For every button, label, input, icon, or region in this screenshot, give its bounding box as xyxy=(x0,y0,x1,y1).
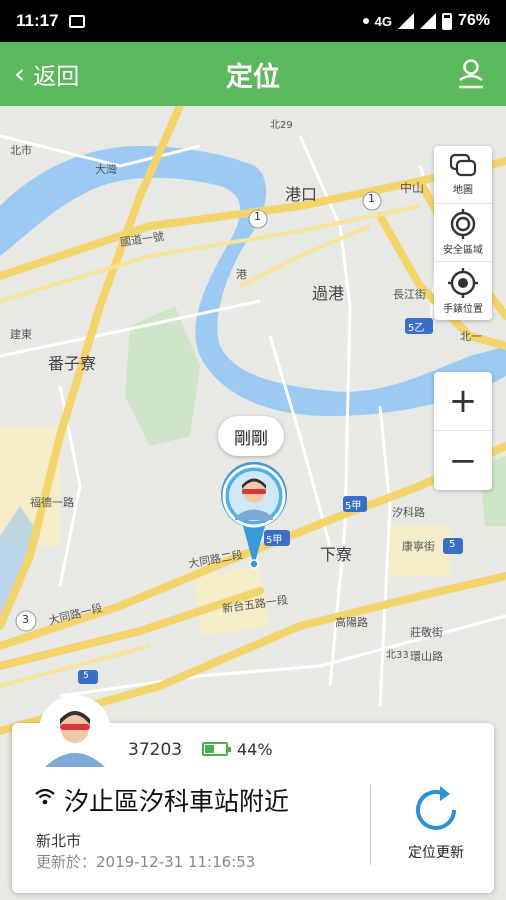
user-location-icon[interactable] xyxy=(456,58,486,90)
location-address: 汐止區汐科車站附近 xyxy=(64,787,290,816)
map-label-huanshan: 環山路 xyxy=(410,650,443,663)
map-label-dajing: 大灣 xyxy=(95,163,117,176)
safe-zone-icon xyxy=(450,209,476,239)
map-label-xike: 汐科路 xyxy=(392,506,425,519)
refresh-location-label: 定位更新 xyxy=(408,845,464,861)
gallery-icon xyxy=(68,14,85,28)
signal-icon-2 xyxy=(419,13,436,29)
zoom-in-button[interactable]: + xyxy=(434,372,492,431)
watch-location-button[interactable]: 手錶位置 xyxy=(434,262,492,320)
map-label-bei33: 北33 xyxy=(386,650,409,661)
map-label-gangkou: 港口 xyxy=(285,185,318,204)
map-label-xialiao: 下寮 xyxy=(320,545,353,564)
time-bubble: 剛剛 xyxy=(218,416,284,456)
notification-dot-icon xyxy=(362,18,369,24)
map-label-kangning: 康寧街 xyxy=(402,540,435,553)
map-label-zhuangjing: 莊敬街 xyxy=(410,626,443,639)
map-shield-1a: 1 xyxy=(254,210,261,223)
status-battery: 76% xyxy=(457,12,490,29)
map-label-jiandong: 建東 xyxy=(10,328,32,341)
map-shield-3: 3 xyxy=(22,613,29,626)
safe-zone-label: 安全區域 xyxy=(443,245,483,256)
map-label-fanzicuo: 番子寮 xyxy=(48,354,97,373)
location-city: 新北市 xyxy=(36,832,82,850)
map-shield-1b: 1 xyxy=(368,192,375,205)
map-label-fuxing: 福德一路 xyxy=(30,496,74,509)
refresh-location-button[interactable]: 定位更新 xyxy=(388,784,484,874)
zoom-out-button[interactable]: − xyxy=(434,431,492,490)
map-shield-5yi: 5乙 xyxy=(408,323,425,334)
map-label-beishi: 北市 xyxy=(10,144,32,157)
signal-icon xyxy=(397,13,414,29)
map-label-gangyu: 港 xyxy=(236,268,247,281)
map-label-guogang: 過港 xyxy=(312,284,345,303)
map-label-bei29: 北29 xyxy=(270,120,293,131)
status-time: 11:17 xyxy=(16,11,59,30)
app-header: ‹ 返回 定位 xyxy=(0,42,506,106)
watch-location-label: 手錶位置 xyxy=(443,303,483,315)
chevron-left-icon: ‹ xyxy=(14,57,26,90)
location-marker[interactable] xyxy=(219,462,289,570)
network-type: 4G xyxy=(374,13,392,29)
map-label-zhongshan: 中山 xyxy=(400,181,425,195)
refresh-icon xyxy=(416,786,456,830)
status-bar: 11:17 4G 76% xyxy=(0,0,506,42)
back-button[interactable]: ‹ 返回 xyxy=(14,57,79,91)
zoom-controls: + − xyxy=(434,372,492,490)
map-shield-5b: 5 xyxy=(83,671,89,681)
safe-zone-button[interactable]: 安全區域 xyxy=(434,204,492,262)
back-label: 返回 xyxy=(33,64,80,90)
device-id: 37203 xyxy=(128,740,183,760)
layers-icon xyxy=(449,153,477,177)
map-layer-button[interactable]: 地圖 xyxy=(434,146,492,204)
watch-location-icon xyxy=(448,267,478,298)
map-label-changjiang: 長江街 xyxy=(393,288,426,301)
map-shield-5: 5 xyxy=(449,539,456,550)
wifi-icon xyxy=(35,788,55,805)
map-shield-5jia-a: 5甲 xyxy=(345,501,362,512)
map-label-gaoyang: 高陽路 xyxy=(335,616,368,629)
map-label-beiyi: 北一 xyxy=(460,330,482,343)
battery-icon xyxy=(441,12,452,30)
child-avatar xyxy=(39,695,111,767)
map-layer-label: 地圖 xyxy=(453,185,473,196)
card-divider xyxy=(370,785,371,865)
update-timestamp: 更新於：2019-12-31 11:16:53 xyxy=(36,853,256,871)
status-indicators: 4G 76% xyxy=(362,12,490,30)
device-battery-icon xyxy=(202,742,231,756)
map-tools-panel: 地圖 安全區域 手錶位置 xyxy=(434,146,492,320)
device-battery-percent: 44% xyxy=(237,740,273,759)
